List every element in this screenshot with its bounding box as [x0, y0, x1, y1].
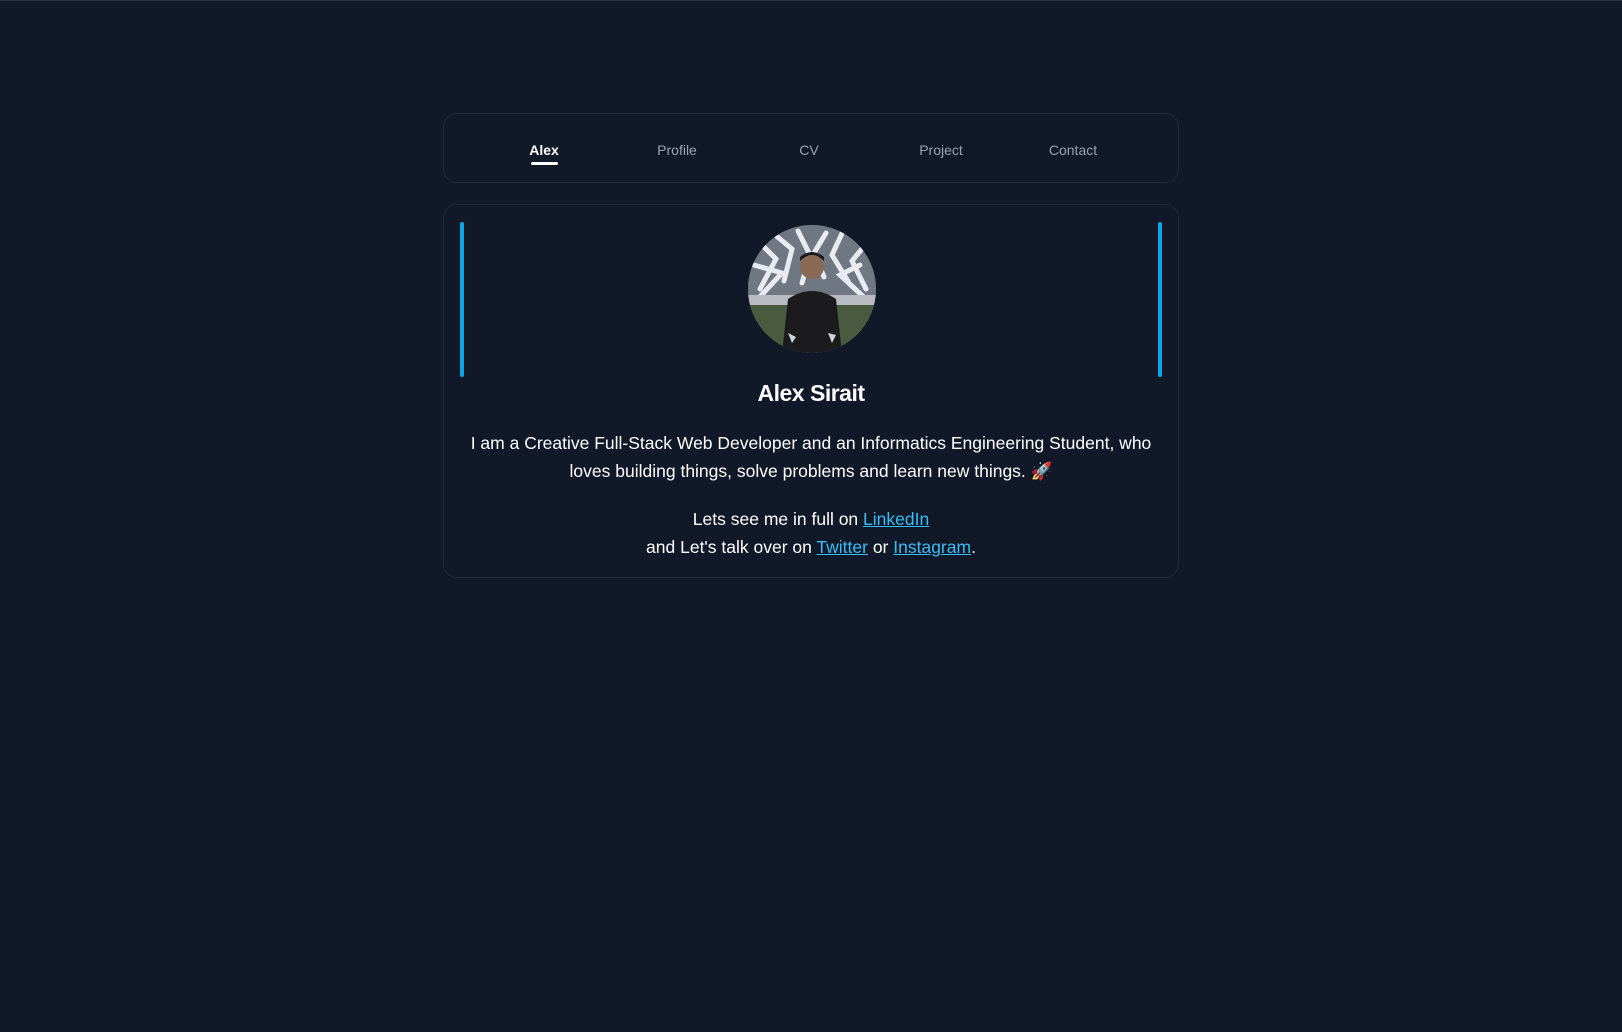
profile-card: Alex Sirait I am a Creative Full-Stack W… [443, 204, 1179, 578]
nav-item-contact[interactable]: Contact [1049, 142, 1097, 158]
nav-item-alex[interactable]: Alex [529, 142, 559, 158]
linkedin-prefix-text: Lets see me in full on [692, 509, 864, 529]
active-nav-indicator [531, 162, 558, 165]
page: Alex Profile CV Project Contact Alex Sir… [0, 0, 1622, 1032]
twitter-link[interactable]: Twitter [816, 537, 868, 557]
nav-item-cv[interactable]: CV [799, 142, 818, 158]
end-punctuation: . [971, 537, 976, 557]
nav-item-project[interactable]: Project [919, 142, 963, 158]
instagram-link[interactable]: Instagram [893, 537, 971, 557]
profile-name: Alex Sirait [757, 380, 866, 406]
social-links-text: Lets see me in full on LinkedIn and Let'… [460, 505, 1162, 561]
top-navigation: Alex Profile CV Project Contact [443, 113, 1179, 183]
talk-prefix-text: and Let's talk over on [646, 537, 817, 557]
nav-item-profile[interactable]: Profile [657, 142, 697, 158]
avatar [748, 225, 876, 353]
profile-bio: I am a Creative Full-Stack Web Developer… [470, 433, 1152, 481]
right-accent-bar [1158, 222, 1162, 377]
avatar-photo-icon [748, 225, 876, 353]
linkedin-link[interactable]: LinkedIn [863, 509, 929, 529]
or-text: or [867, 537, 894, 557]
left-accent-bar [460, 222, 464, 377]
